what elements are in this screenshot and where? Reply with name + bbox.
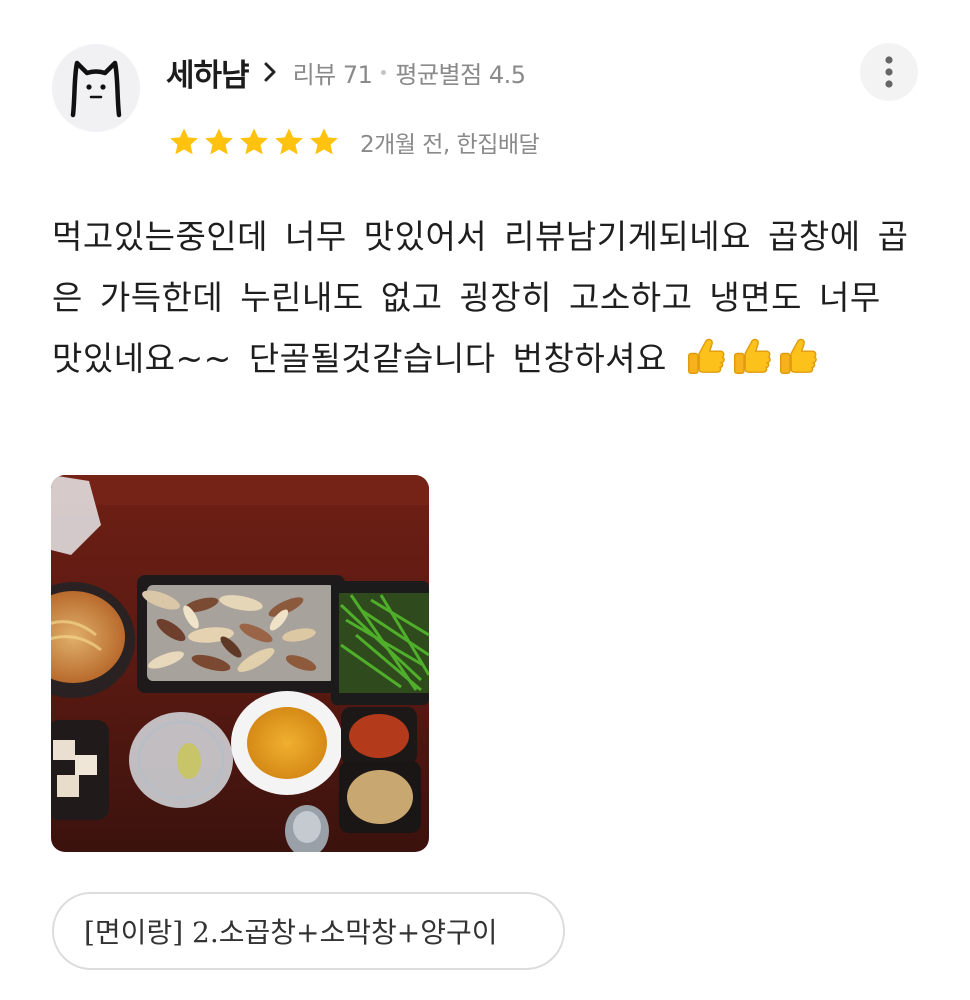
review-photo[interactable] [51, 475, 429, 852]
star-icon [240, 128, 268, 155]
star-icon [170, 128, 198, 155]
emoji-group [684, 338, 822, 378]
review-count: 리뷰 71 [292, 60, 373, 89]
review-date-order-type: 2개월 전, 한집배달 [360, 132, 540, 158]
star-rating [168, 126, 340, 158]
separator-dot [381, 69, 387, 75]
star-icon [310, 128, 338, 155]
ordered-menu-chip[interactable]: [면이랑] 2.소곱창+소막창+양구이 [52, 892, 565, 970]
rating-row: 2개월 전, 한집배달 [168, 122, 540, 162]
ordered-menu-label: [면이랑] 2.소곱창+소막창+양구이 [84, 916, 498, 949]
thumbs-up-icon [730, 336, 772, 397]
cat-face-icon [70, 60, 122, 118]
thumbs-up-icon [684, 336, 726, 397]
thumbs-up-icon [776, 336, 818, 397]
review-body: 먹고있는중인데 너무 맛있어서 리뷰남기게되네요 곱창에 곱은 가득한데 누린내… [52, 206, 922, 397]
star-icon [205, 128, 233, 155]
star-icon [275, 128, 303, 155]
more-options-button[interactable] [860, 43, 918, 101]
reviewer-nickname[interactable]: 세하냠 [166, 50, 250, 95]
food-photo-image [51, 475, 429, 852]
average-rating: 평균별점 4.5 [395, 60, 526, 89]
avatar[interactable] [52, 44, 140, 132]
more-vertical-icon [885, 56, 893, 88]
reviewer-header: 세하냠 리뷰 71 평균별점 4.5 [166, 50, 526, 94]
chevron-right-icon[interactable] [263, 61, 277, 83]
